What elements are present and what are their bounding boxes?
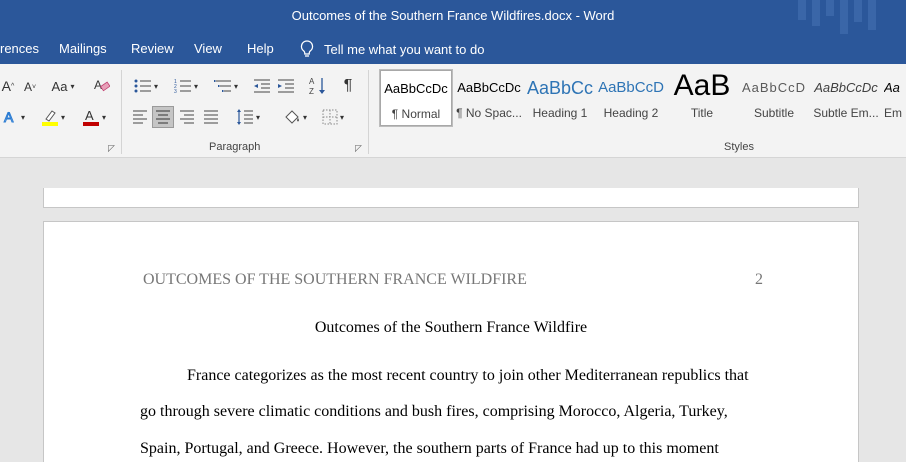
change-case-button[interactable]: Aa ▾ — [48, 77, 78, 95]
justify-button[interactable] — [201, 107, 221, 127]
svg-text:A: A — [85, 108, 94, 123]
shrink-font-button[interactable]: A ˅ — [22, 78, 38, 96]
tab-help[interactable]: Help — [247, 41, 274, 56]
align-center-icon — [156, 110, 170, 124]
document-title: Outcomes of the Southern France Wildfire — [314, 319, 588, 336]
font-color-button[interactable]: A ▾ — [78, 107, 110, 127]
document-page[interactable]: OUTCOMES OF THE SOUTHERN FRANCE WILDFIRE… — [43, 221, 859, 462]
paragraph-dialog-launcher[interactable]: ◸ — [355, 143, 362, 154]
eraser-icon: A — [94, 78, 110, 92]
separator — [368, 70, 369, 154]
grow-font-button[interactable]: A ^ — [0, 77, 16, 95]
style-no-spacing[interactable]: AaBbCcDc ¶ No Spac... — [453, 70, 525, 126]
separator — [121, 70, 122, 154]
window-title: Outcomes of the Southern France Wildfire… — [291, 8, 615, 23]
svg-text:A: A — [94, 78, 102, 92]
ribbon: A ^ A ˅ Aa ▾ A A ▾ ▾ A ▾ ◸ ▾ 1 2 3 ▾ ▾ A… — [0, 64, 906, 158]
line-spacing-button[interactable]: ▾ — [232, 106, 264, 128]
svg-text:3: 3 — [174, 89, 177, 94]
page-number: 2 — [755, 271, 763, 288]
lightbulb-icon — [300, 40, 314, 57]
styles-gallery: AaBbCcDc ¶ Normal AaBbCcDc ¶ No Spac... … — [378, 69, 906, 132]
style-subtitle[interactable]: AaBbCcD Subtitle — [738, 70, 810, 126]
highlighter-icon — [41, 110, 58, 126]
title-bar: Outcomes of the Southern France Wildfire… — [0, 0, 906, 34]
align-right-button[interactable] — [177, 107, 197, 127]
style-emphasis[interactable]: Aa Em — [884, 70, 906, 126]
styles-group-label: Styles — [724, 141, 754, 153]
style-heading-2[interactable]: AaBbCcD Heading 2 — [595, 70, 667, 126]
style-normal[interactable]: AaBbCcDc ¶ Normal — [379, 69, 453, 127]
decrease-indent-icon — [254, 79, 270, 93]
ribbon-tabs: rences Mailings Review View Help Tell me… — [0, 34, 906, 64]
tab-references[interactable]: rences — [0, 41, 39, 56]
svg-text:A: A — [4, 109, 14, 125]
multilevel-list-icon — [213, 80, 231, 92]
bullets-icon — [134, 79, 151, 93]
paragraph-group-label: Paragraph — [209, 141, 261, 153]
tab-mailings[interactable]: Mailings — [59, 41, 107, 56]
justify-icon — [204, 110, 218, 124]
numbering-icon: 1 2 3 — [174, 79, 191, 94]
font-dialog-launcher[interactable]: ◸ — [108, 143, 115, 154]
align-left-button[interactable] — [130, 107, 150, 127]
style-title[interactable]: AaB Title — [666, 70, 738, 126]
clear-formatting-button[interactable]: A — [94, 76, 110, 94]
borders-button[interactable]: ▾ — [316, 106, 350, 128]
style-subtle-emphasis[interactable]: AaBbCcDc Subtle Em... — [810, 70, 882, 126]
shading-button[interactable]: ▾ — [278, 106, 312, 128]
pilcrow-icon: ¶ — [343, 77, 353, 94]
title-bar-pattern — [798, 0, 876, 34]
align-right-icon — [180, 110, 194, 124]
svg-text:A: A — [309, 77, 315, 86]
increase-indent-icon — [278, 79, 294, 93]
line-spacing-icon — [236, 109, 253, 125]
tell-me-text: Tell me what you want to do — [324, 41, 485, 57]
sort-button[interactable]: AZ — [308, 75, 328, 97]
tab-view[interactable]: View — [194, 41, 222, 56]
align-left-icon — [133, 110, 147, 124]
svg-text:Z: Z — [309, 87, 314, 96]
tell-me-box[interactable]: Tell me what you want to do — [300, 40, 484, 58]
sort-icon: AZ — [309, 77, 325, 96]
multilevel-list-button[interactable]: ▾ — [210, 77, 242, 95]
highlight-color-button[interactable]: ▾ — [37, 107, 69, 127]
body-line: go through severe climatic conditions an… — [140, 403, 728, 420]
body-line: France categorizes as the most recent co… — [187, 367, 749, 384]
running-header: OUTCOMES OF THE SOUTHERN FRANCE WILDFIRE — [143, 271, 527, 288]
style-heading-1[interactable]: AaBbCc Heading 1 — [524, 70, 596, 126]
previous-page-bottom — [43, 188, 859, 208]
decrease-indent-button[interactable] — [252, 77, 272, 95]
center-button[interactable] — [152, 106, 174, 128]
paint-bucket-icon — [285, 110, 299, 124]
font-color-icon: A — [82, 108, 99, 126]
tab-review[interactable]: Review — [131, 41, 174, 56]
text-effects-button[interactable]: A ▾ — [0, 107, 28, 127]
increase-indent-button[interactable] — [276, 77, 296, 95]
body-line: Spain, Portugal, and Greece. However, th… — [140, 440, 719, 457]
show-formatting-button[interactable]: ¶ — [338, 76, 358, 96]
borders-icon — [322, 109, 338, 125]
numbering-button[interactable]: 1 2 3 ▾ — [170, 77, 202, 95]
text-effects-icon: A — [3, 109, 14, 125]
bullets-button[interactable]: ▾ — [130, 77, 162, 95]
